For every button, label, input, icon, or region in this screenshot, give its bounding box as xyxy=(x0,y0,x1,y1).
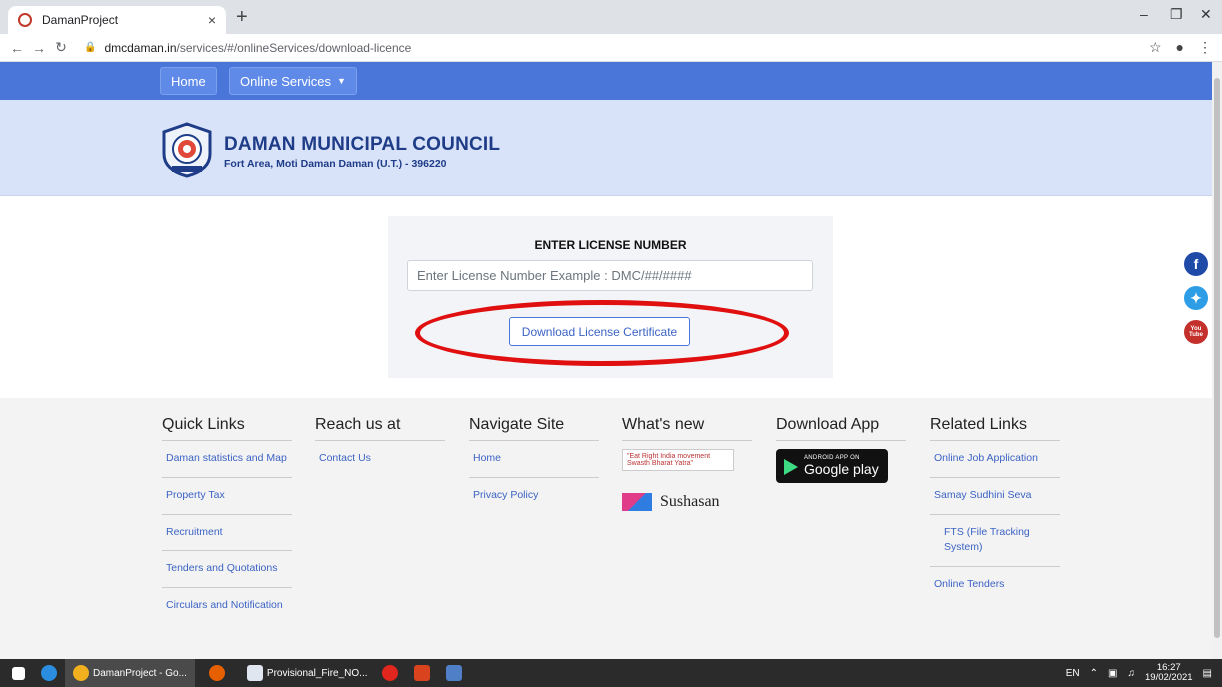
play-store-icon xyxy=(784,459,798,475)
clock[interactable]: 16:27 19/02/2021 xyxy=(1145,662,1193,684)
footer-link[interactable]: Circulars and Notification xyxy=(162,588,292,624)
back-icon[interactable]: ← xyxy=(6,40,28,56)
browser-tab[interactable]: DamanProject × xyxy=(8,6,226,34)
reach-us-heading: Reach us at xyxy=(315,416,445,441)
youtube-icon[interactable]: You Tube xyxy=(1184,320,1208,344)
swachh-bharat-text: "Eat Right India movement Swasth Bharat … xyxy=(627,453,711,467)
sushasan-banner[interactable]: Sushasan xyxy=(622,493,752,511)
footer-link[interactable]: Privacy Policy xyxy=(469,478,599,514)
star-icon[interactable]: ☆ xyxy=(1149,39,1162,56)
related-links-column: Related Links Online Job Application Sam… xyxy=(930,416,1060,603)
related-links-heading: Related Links xyxy=(930,416,1060,441)
site-footer: Quick Links Daman statistics and Map Pro… xyxy=(0,398,1212,659)
reach-us-column: Reach us at Contact Us xyxy=(315,416,445,477)
address-bar: ← → ↻ 🔒 dmcdaman.in/services/#/onlineSer… xyxy=(0,34,1222,62)
chrome-icon xyxy=(73,665,89,681)
footer-link[interactable]: Samay Sudhini Seva xyxy=(930,478,1060,515)
nav-home-button[interactable]: Home xyxy=(160,67,217,95)
footer-link[interactable]: Property Tax xyxy=(162,478,292,515)
download-app-heading: Download App xyxy=(776,416,906,441)
taskbar-document-item[interactable]: Provisional_Fire_NO... xyxy=(239,659,368,687)
footer-link[interactable]: FTS (File Tracking System) xyxy=(930,515,1060,567)
windows-start-icon[interactable] xyxy=(12,666,25,680)
footer-link[interactable]: Tenders and Quotations xyxy=(162,551,292,588)
nav-online-services-label: Online Services xyxy=(240,73,332,89)
quick-links-column: Quick Links Daman statistics and Map Pro… xyxy=(162,416,292,624)
language-indicator[interactable]: EN xyxy=(1066,668,1080,679)
volume-icon[interactable]: ♫ xyxy=(1128,668,1136,679)
clock-date: 19/02/2021 xyxy=(1145,672,1193,683)
footer-link[interactable]: Online Job Application xyxy=(930,441,1060,478)
whats-new-heading: What's new xyxy=(622,416,752,441)
taskbar-chrome-item[interactable]: DamanProject - Go... xyxy=(65,659,195,687)
tab-close-button[interactable]: × xyxy=(208,12,216,28)
firefox-icon[interactable] xyxy=(208,665,225,681)
scrollbar-thumb[interactable] xyxy=(1214,78,1220,638)
sushasan-logo-icon xyxy=(622,493,652,511)
swachh-bharat-banner[interactable]: "Eat Right India movement Swasth Bharat … xyxy=(622,449,734,471)
calculator-icon[interactable] xyxy=(445,665,462,681)
notification-icon[interactable]: ▤ xyxy=(1203,668,1212,679)
footer-link[interactable]: Home xyxy=(469,441,599,478)
page-scrollbar[interactable] xyxy=(1212,62,1222,659)
forward-icon[interactable]: → xyxy=(28,40,50,56)
tab-title: DamanProject xyxy=(42,13,119,27)
reload-icon[interactable]: ↻ xyxy=(50,39,72,56)
internet-explorer-icon[interactable] xyxy=(41,665,57,681)
form-title: ENTER LICENSE NUMBER xyxy=(534,238,687,252)
download-app-column: Download App ANDROID APP ON Google play xyxy=(776,416,906,483)
whats-new-column: What's new "Eat Right India movement Swa… xyxy=(622,416,752,511)
url-field[interactable]: 🔒 dmcdaman.in/services/#/onlineServices/… xyxy=(84,41,411,55)
office-icon[interactable] xyxy=(413,665,430,681)
org-name: DAMAN MUNICIPAL COUNCIL xyxy=(224,134,501,155)
quick-links-heading: Quick Links xyxy=(162,416,292,441)
menu-icon[interactable]: ⋮ xyxy=(1198,39,1212,56)
navigate-column: Navigate Site Home Privacy Policy xyxy=(469,416,599,514)
facebook-icon[interactable]: f xyxy=(1184,252,1208,276)
favicon-icon xyxy=(18,13,32,27)
license-form: ENTER LICENSE NUMBER Download License Ce… xyxy=(388,216,833,378)
footer-link[interactable]: Online Tenders xyxy=(930,567,1060,603)
document-icon xyxy=(246,665,263,681)
twitter-icon[interactable]: ✦ xyxy=(1184,286,1208,310)
lock-icon: 🔒 xyxy=(84,42,97,53)
caret-down-icon: ▼ xyxy=(337,76,346,86)
navigate-heading: Navigate Site xyxy=(469,416,599,441)
council-logo xyxy=(162,122,212,178)
system-tray: EN ⌃ ▣ ♫ 16:27 19/02/2021 ▤ xyxy=(1066,659,1212,687)
browser-tab-bar: DamanProject × + – ❐ ✕ xyxy=(0,0,1222,34)
minimize-icon[interactable]: – xyxy=(1140,6,1148,22)
footer-link[interactable]: Daman statistics and Map xyxy=(162,441,292,478)
url-host: dmcdaman.in xyxy=(104,40,177,55)
site-navbar: Home Online Services ▼ xyxy=(0,62,1212,100)
chevron-up-icon[interactable]: ⌃ xyxy=(1090,668,1098,679)
url-path: /services/#/onlineServices/download-lice… xyxy=(176,40,412,55)
windows-taskbar: DamanProject - Go... Provisional_Fire_NO… xyxy=(0,659,1222,687)
site-header: DAMAN MUNICIPAL COUNCIL Fort Area, Moti … xyxy=(0,100,1212,196)
footer-link[interactable]: Recruitment xyxy=(162,515,292,552)
new-tab-button[interactable]: + xyxy=(236,6,248,29)
org-address: Fort Area, Moti Daman Daman (U.T.) - 396… xyxy=(224,158,447,170)
maximize-icon[interactable]: ❐ xyxy=(1170,6,1183,23)
google-play-big-text: Google play xyxy=(804,461,879,477)
taskbar-item-label: DamanProject - Go... xyxy=(93,667,187,679)
sushasan-text: Sushasan xyxy=(660,493,720,510)
network-icon[interactable]: ▣ xyxy=(1108,668,1117,679)
profile-icon[interactable]: ● xyxy=(1176,39,1184,56)
nav-online-services-dropdown[interactable]: Online Services ▼ xyxy=(229,67,357,95)
google-play-badge[interactable]: ANDROID APP ON Google play xyxy=(776,449,888,483)
taskbar-item-label: Provisional_Fire_NO... xyxy=(266,667,368,679)
download-license-button[interactable]: Download License Certificate xyxy=(509,317,690,346)
license-number-input[interactable] xyxy=(407,260,813,291)
web-page: Home Online Services ▼ DAMAN MUNICIPAL C… xyxy=(0,62,1212,659)
footer-link[interactable]: Contact Us xyxy=(315,441,445,477)
opera-icon[interactable] xyxy=(381,665,398,681)
close-window-icon[interactable]: ✕ xyxy=(1200,6,1212,23)
